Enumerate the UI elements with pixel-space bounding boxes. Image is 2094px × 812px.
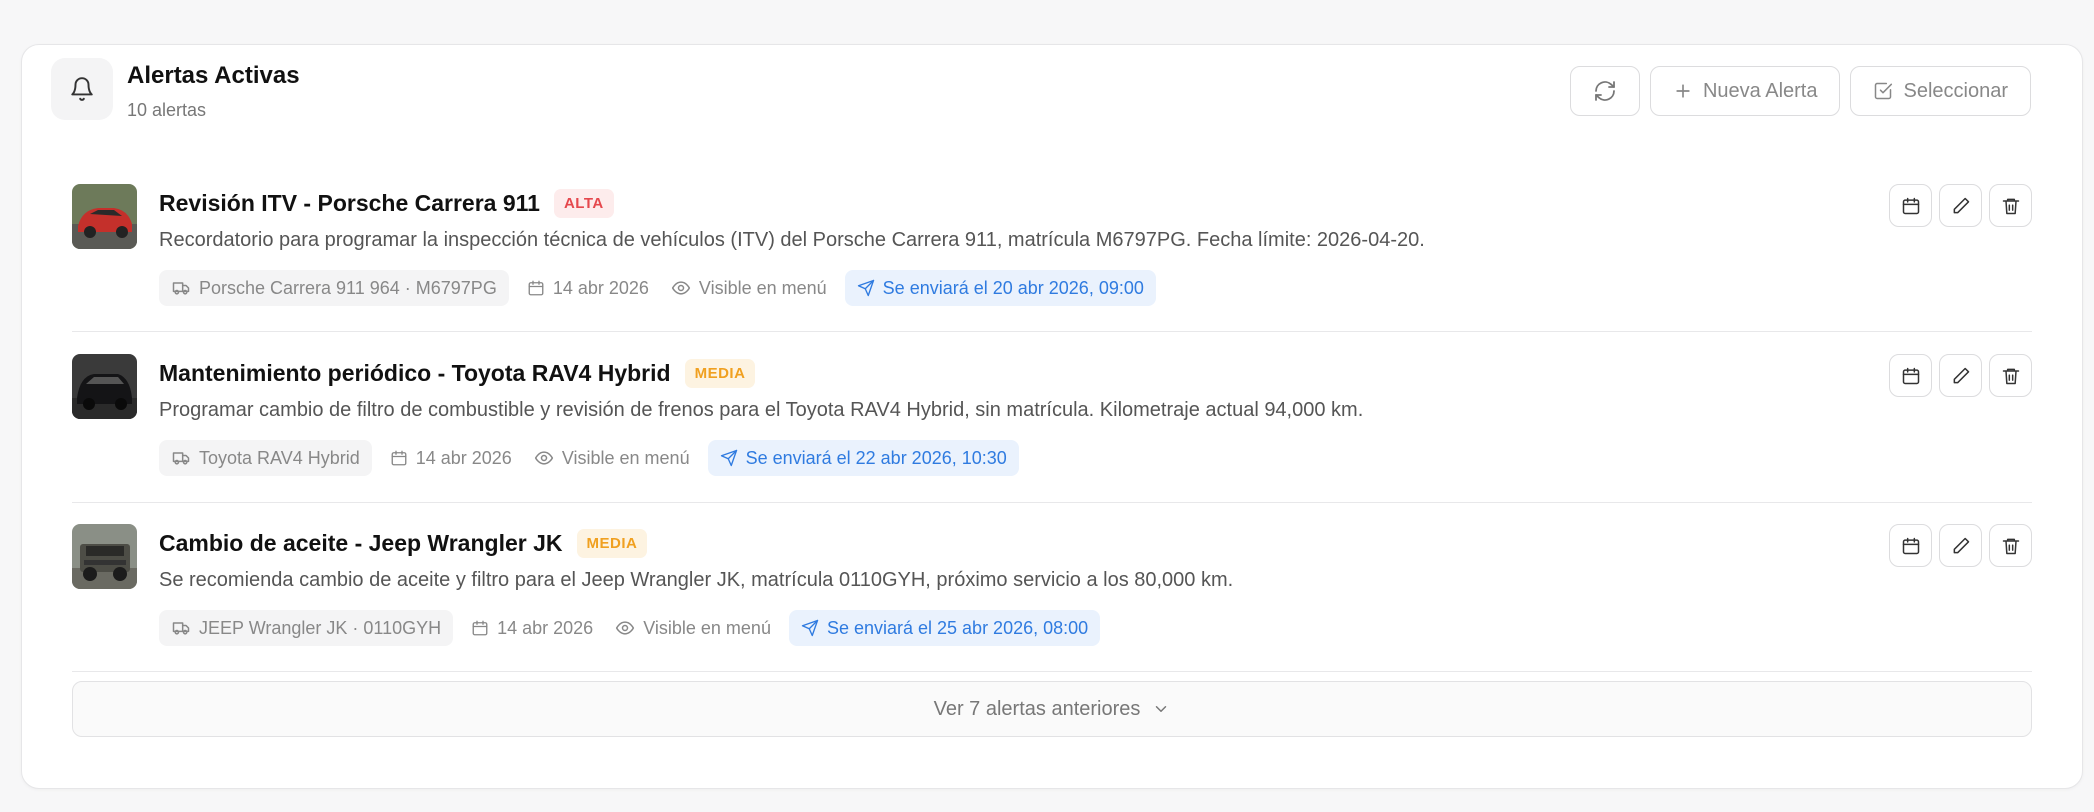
eye-icon xyxy=(534,448,554,468)
priority-badge: MEDIA xyxy=(684,359,756,388)
date-chip: 14 abr 2026 xyxy=(523,270,653,306)
calendar-icon xyxy=(1901,536,1921,556)
visibility-chip: Visible en menú xyxy=(667,270,831,306)
schedule-label: Se enviará el 22 abr 2026, 10:30 xyxy=(745,447,1007,468)
vehicle-label: Toyota RAV4 Hybrid xyxy=(199,447,360,468)
chevron-down-icon xyxy=(1152,700,1170,718)
alert-actions xyxy=(1889,354,2032,397)
visibility-chip: Visible en menú xyxy=(611,610,775,646)
date-label: 14 abr 2026 xyxy=(497,617,594,638)
pencil-icon xyxy=(1951,366,1971,386)
delete-button[interactable] xyxy=(1989,184,2032,227)
alert-title: Mantenimiento periódico - Toyota RAV4 Hy… xyxy=(159,359,756,388)
date-chip: 14 abr 2026 xyxy=(467,610,597,646)
alert-item[interactable]: Cambio de aceite - Jeep Wrangler JK MEDI… xyxy=(72,524,2032,672)
trash-icon xyxy=(2001,536,2021,556)
new-alert-button[interactable]: Nueva Alerta xyxy=(1649,66,1841,116)
vehicle-thumbnail xyxy=(72,184,137,249)
visibility-label: Visible en menú xyxy=(561,447,690,468)
alert-description: Programar cambio de filtro de combustibl… xyxy=(159,399,1364,421)
alert-title-text: Cambio de aceite - Jeep Wrangler JK xyxy=(159,530,563,556)
eye-icon xyxy=(671,278,691,298)
calendar-icon xyxy=(471,619,489,637)
trash-icon xyxy=(2001,196,2021,216)
truck-icon xyxy=(171,618,191,638)
vehicle-chip: JEEP Wrangler JK · 0110GYH xyxy=(159,610,454,646)
refresh-button[interactable] xyxy=(1569,66,1640,116)
alert-title: Cambio de aceite - Jeep Wrangler JK MEDI… xyxy=(159,529,648,558)
calendar-icon xyxy=(1901,196,1921,216)
schedule-chip: Se enviará el 20 abr 2026, 09:00 xyxy=(844,270,1156,306)
alerts-header: Alertas Activas 10 alertas Nueva Alerta xyxy=(51,58,2031,124)
select-label: Seleccionar xyxy=(1903,79,2008,102)
date-label: 14 abr 2026 xyxy=(552,277,649,298)
visibility-label: Visible en menú xyxy=(643,617,771,638)
refresh-icon xyxy=(1593,79,1617,103)
page-title: Alertas Activas xyxy=(127,62,300,89)
new-alert-label: Nueva Alerta xyxy=(1702,79,1818,102)
priority-badge: MEDIA xyxy=(576,529,648,558)
schedule-chip: Se enviará el 22 abr 2026, 10:30 xyxy=(707,440,1019,476)
plus-icon xyxy=(1673,81,1693,101)
checkbox-icon xyxy=(1873,81,1893,101)
alert-meta: Toyota RAV4 Hybrid 14 abr 2026 Visible e… xyxy=(159,440,1019,476)
truck-icon xyxy=(171,448,191,468)
schedule-button[interactable] xyxy=(1889,184,1932,227)
date-chip: 14 abr 2026 xyxy=(386,440,516,476)
vehicle-chip: Toyota RAV4 Hybrid xyxy=(159,440,372,476)
alert-title-text: Revisión ITV - Porsche Carrera 911 xyxy=(159,190,540,216)
truck-icon xyxy=(171,278,191,298)
edit-button[interactable] xyxy=(1939,524,1982,567)
trash-icon xyxy=(2001,366,2021,386)
edit-button[interactable] xyxy=(1939,354,1982,397)
schedule-button[interactable] xyxy=(1889,354,1932,397)
schedule-label: Se enviará el 25 abr 2026, 08:00 xyxy=(826,617,1089,638)
date-label: 14 abr 2026 xyxy=(415,447,512,468)
vehicle-thumbnail xyxy=(72,524,137,589)
send-icon xyxy=(801,619,819,637)
alert-actions xyxy=(1889,524,2032,567)
send-icon xyxy=(857,279,875,297)
eye-icon xyxy=(615,618,635,638)
bell-icon-box xyxy=(51,58,113,120)
alert-count: 10 alertas xyxy=(127,100,207,120)
select-button[interactable]: Seleccionar xyxy=(1850,66,2031,116)
alert-item[interactable]: Revisión ITV - Porsche Carrera 911 ALTA … xyxy=(72,184,2032,332)
calendar-icon xyxy=(527,279,545,297)
vehicle-label: JEEP Wrangler JK · 0110GYH xyxy=(199,617,442,638)
delete-button[interactable] xyxy=(1989,354,2032,397)
edit-button[interactable] xyxy=(1939,184,1982,227)
alert-meta: JEEP Wrangler JK · 0110GYH 14 abr 2026 V… xyxy=(159,610,1101,646)
show-older-alerts-button[interactable]: Ver 7 alertas anteriores xyxy=(72,681,2032,737)
show-older-label: Ver 7 alertas anteriores xyxy=(933,697,1141,720)
vehicle-thumbnail xyxy=(72,354,137,419)
bell-icon xyxy=(69,76,95,102)
visibility-chip: Visible en menú xyxy=(530,440,694,476)
alert-actions xyxy=(1889,184,2032,227)
alert-description: Recordatorio para programar la inspecció… xyxy=(159,229,1425,251)
pencil-icon xyxy=(1951,196,1971,216)
schedule-chip: Se enviará el 25 abr 2026, 08:00 xyxy=(788,610,1101,646)
visibility-label: Visible en menú xyxy=(698,277,827,298)
calendar-icon xyxy=(1901,366,1921,386)
alert-meta: Porsche Carrera 911 964 · M6797PG 14 abr… xyxy=(159,270,1156,306)
alert-title: Revisión ITV - Porsche Carrera 911 ALTA xyxy=(159,189,614,218)
schedule-label: Se enviará el 20 abr 2026, 09:00 xyxy=(882,277,1144,298)
delete-button[interactable] xyxy=(1989,524,2032,567)
alert-item[interactable]: Mantenimiento periódico - Toyota RAV4 Hy… xyxy=(72,354,2032,503)
vehicle-chip: Porsche Carrera 911 964 · M6797PG xyxy=(159,270,509,306)
priority-badge: ALTA xyxy=(553,189,614,218)
alert-title-text: Mantenimiento periódico - Toyota RAV4 Hy… xyxy=(159,360,671,386)
send-icon xyxy=(720,449,738,467)
alert-description: Se recomienda cambio de aceite y filtro … xyxy=(159,569,1234,591)
calendar-icon xyxy=(390,449,408,467)
vehicle-label: Porsche Carrera 911 964 · M6797PG xyxy=(199,277,497,298)
schedule-button[interactable] xyxy=(1889,524,1932,567)
pencil-icon xyxy=(1951,536,1971,556)
